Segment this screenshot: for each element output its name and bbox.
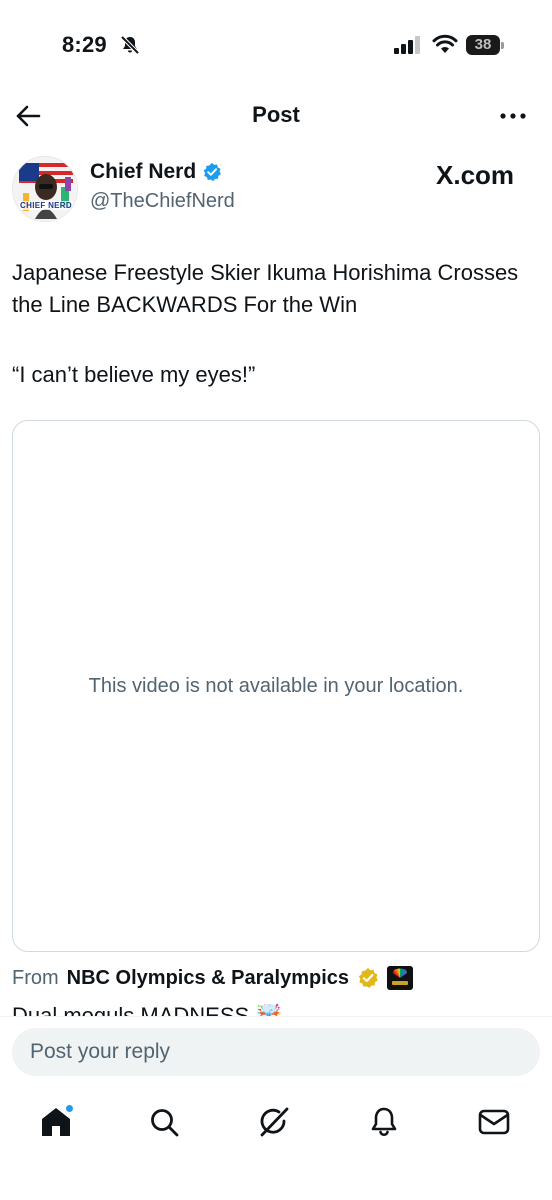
author-name-text: Chief Nerd — [90, 160, 197, 183]
post-text: Japanese Freestyle Skier Ikuma Horishima… — [12, 260, 519, 317]
tab-search[interactable] — [144, 1102, 184, 1142]
notification-dot — [65, 1104, 74, 1113]
from-label: From — [12, 966, 59, 989]
from-source[interactable]: NBC Olympics & Paralympics — [67, 967, 349, 990]
avatar-image — [13, 157, 77, 221]
source-site-label: X.com — [436, 160, 515, 190]
tab-home[interactable] — [36, 1102, 76, 1142]
status-bar: 8:29 38 — [0, 0, 552, 90]
bell-slash-icon — [120, 35, 140, 55]
verified-badge-icon — [203, 162, 222, 182]
battery-level: 38 — [474, 36, 492, 53]
from-attribution[interactable]: From NBC Olympics & Paralympics — [12, 966, 414, 990]
avatar-label: CHIEF NERD — [20, 201, 72, 210]
video-unavailable-box[interactable]: This video is not available in your loca… — [12, 420, 540, 952]
tab-notifications[interactable] — [364, 1102, 404, 1142]
tab-grok[interactable] — [254, 1102, 294, 1142]
messages-icon — [478, 1109, 510, 1135]
page-title: Post — [252, 102, 300, 127]
reply-input[interactable]: Post your reply — [12, 1028, 540, 1076]
tab-messages[interactable] — [474, 1102, 514, 1142]
gold-verified-icon — [358, 968, 378, 988]
wifi-icon — [432, 34, 458, 53]
bottom-tab-bar — [0, 1088, 552, 1200]
video-unavailable-message: This video is not available in your loca… — [88, 675, 464, 697]
truncated-quoted-text: Dual moguls MADNESS 🤯 — [12, 1004, 552, 1016]
battery-icon: 38 — [466, 35, 504, 55]
reply-bar: Post your reply — [0, 1016, 552, 1088]
author-name[interactable]: Chief Nerd — [90, 160, 222, 184]
cellular-signal-icon — [394, 36, 420, 54]
notifications-icon — [371, 1107, 397, 1136]
grok-icon — [260, 1107, 289, 1137]
author-handle[interactable]: @TheChiefNerd — [90, 190, 235, 213]
post-quote: “I can’t believe my eyes!” — [12, 362, 256, 387]
nbc-sports-logo-icon — [387, 966, 414, 990]
top-nav: Post — [0, 90, 552, 142]
more-horizontal-icon[interactable] — [496, 104, 530, 128]
avatar[interactable]: CHIEF NERD — [12, 156, 78, 222]
search-icon — [151, 1109, 179, 1137]
status-time: 8:29 — [62, 32, 107, 57]
